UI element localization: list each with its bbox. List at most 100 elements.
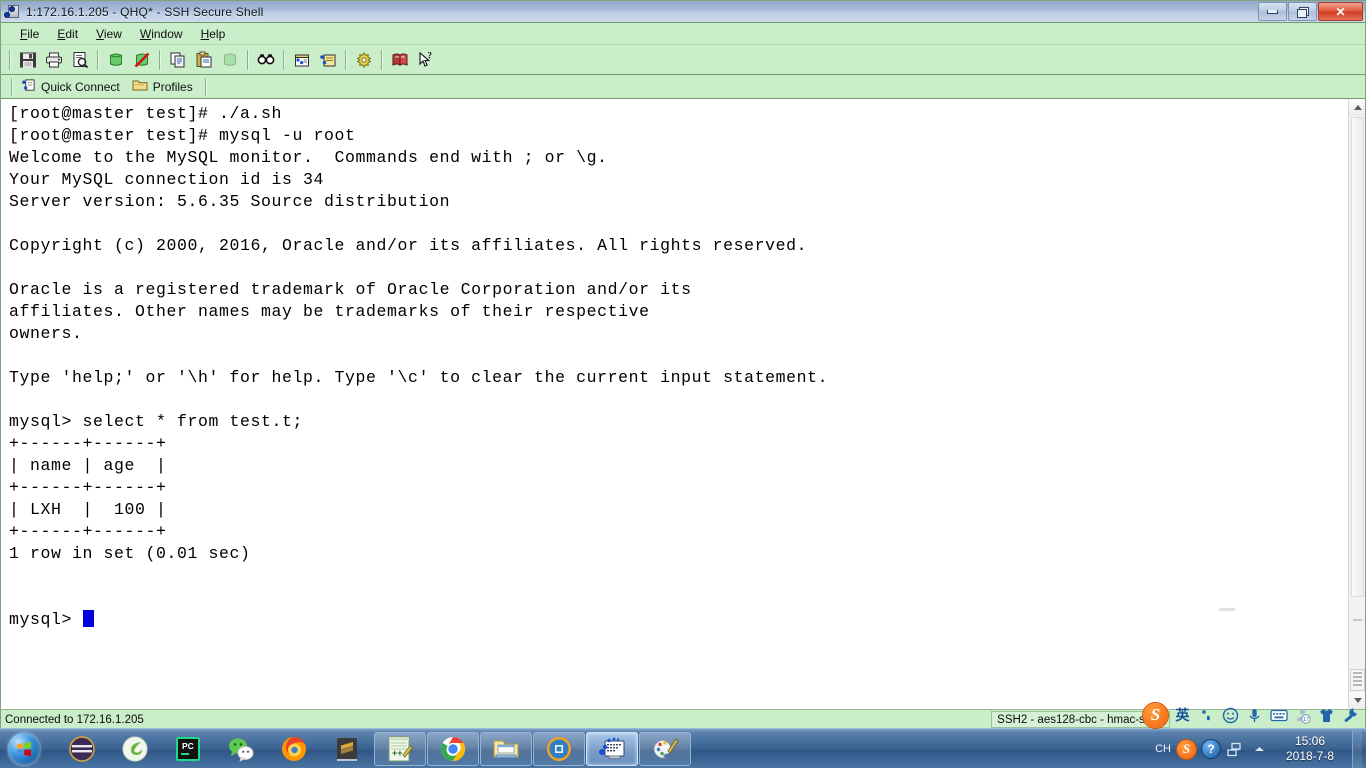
taskbar-buttons: PC ++ bbox=[56, 731, 691, 766]
task-pycharm[interactable]: PC bbox=[162, 732, 214, 766]
task-explorer[interactable] bbox=[480, 731, 532, 766]
task-sublime[interactable] bbox=[321, 732, 373, 766]
terminal-prompt: mysql> bbox=[9, 610, 83, 629]
task-vmware[interactable] bbox=[533, 731, 585, 766]
minimize-button[interactable] bbox=[1258, 2, 1287, 21]
windows-taskbar: PC ++ CH S ? 15:06 2018-7-8 bbox=[0, 728, 1366, 768]
toolbar-separator bbox=[345, 49, 347, 70]
new-terminal-icon[interactable] bbox=[217, 48, 243, 72]
terminal-line: +------+------+ bbox=[9, 478, 167, 497]
sogou-logo-icon[interactable]: S bbox=[1143, 702, 1168, 728]
show-hidden-icons-arrow[interactable] bbox=[1250, 740, 1268, 758]
terminal-line: Copyright (c) 2000, 2016, Oracle and/or … bbox=[9, 236, 808, 255]
menu-view-rest: iew bbox=[103, 26, 122, 41]
qc-separator bbox=[11, 77, 13, 96]
menu-help-rest: elp bbox=[209, 26, 226, 41]
window-controls: ✕ bbox=[1258, 2, 1363, 21]
menu-window-rest: indow bbox=[151, 26, 183, 41]
window-title: 1:172.16.1.205 - QHQ* - SSH Secure Shell bbox=[26, 4, 264, 19]
render-artifact bbox=[1219, 608, 1235, 611]
restore-button[interactable] bbox=[1288, 2, 1317, 21]
vertical-scrollbar[interactable] bbox=[1348, 99, 1365, 709]
task-paint[interactable] bbox=[639, 731, 691, 766]
toolbar-separator bbox=[283, 49, 285, 70]
terminal-output[interactable]: [root@master test]# ./a.sh [root@master t… bbox=[1, 99, 1348, 709]
terminal-line: +------+------+ bbox=[9, 522, 167, 541]
quick-connect-button[interactable]: Quick Connect bbox=[17, 76, 128, 98]
tray-help-icon[interactable]: ? bbox=[1202, 740, 1220, 758]
tray-language-indicator[interactable]: CH bbox=[1155, 743, 1171, 755]
start-button[interactable] bbox=[2, 730, 46, 768]
terminal-line: Welcome to the MySQL monitor. Commands e… bbox=[9, 148, 608, 167]
profiles-button[interactable]: Profiles bbox=[128, 76, 201, 97]
task-firefox[interactable] bbox=[268, 732, 320, 766]
menu-file[interactable]: File bbox=[11, 25, 48, 43]
find-icon[interactable] bbox=[253, 48, 279, 72]
terminal-line: affiliates. Other names may be trademark… bbox=[9, 302, 650, 321]
desktop: 1:172.16.1.205 - QHQ* - SSH Secure Shell… bbox=[0, 0, 1366, 768]
save-icon[interactable] bbox=[15, 48, 41, 72]
terminal-line: owners. bbox=[9, 324, 83, 343]
scrollbar-thumb[interactable] bbox=[1351, 117, 1364, 597]
punctuation-icon[interactable] bbox=[1197, 706, 1216, 725]
settings-wrench-icon[interactable] bbox=[1341, 706, 1360, 725]
copy-icon[interactable] bbox=[165, 48, 191, 72]
menu-view[interactable]: View bbox=[87, 25, 131, 43]
network-icon[interactable] bbox=[1226, 740, 1244, 758]
task-wechat[interactable] bbox=[215, 732, 267, 766]
cipher-status-label: SSH2 - aes128-cbc - hmac-sha1 bbox=[997, 713, 1164, 726]
tray-sogou-icon[interactable]: S bbox=[1177, 739, 1196, 759]
voice-input-icon[interactable] bbox=[1245, 706, 1264, 725]
task-chrome[interactable] bbox=[427, 731, 479, 766]
window-titlebar[interactable]: 1:172.16.1.205 - QHQ* - SSH Secure Shell… bbox=[1, 1, 1365, 23]
help-book-icon[interactable] bbox=[387, 48, 413, 72]
toolbar-separator bbox=[381, 49, 383, 70]
task-eclipse[interactable] bbox=[56, 732, 108, 766]
paste-icon[interactable] bbox=[191, 48, 217, 72]
terminal-line: +------+------+ bbox=[9, 434, 167, 453]
print-preview-icon[interactable] bbox=[67, 48, 93, 72]
connect-icon[interactable] bbox=[103, 48, 129, 72]
skin-icon[interactable] bbox=[1317, 706, 1336, 725]
scroll-up-arrow[interactable] bbox=[1349, 99, 1365, 116]
task-ssh[interactable] bbox=[586, 731, 638, 766]
clock-time: 15:06 bbox=[1294, 734, 1326, 748]
terminal-line: | LXH | 100 | bbox=[9, 500, 167, 519]
soft-keyboard-icon[interactable] bbox=[1269, 706, 1288, 725]
taskbar-clock[interactable]: 15:06 2018-7-8 bbox=[1274, 734, 1346, 764]
settings-icon[interactable] bbox=[351, 48, 377, 72]
upload-dialog-icon[interactable] bbox=[315, 48, 341, 72]
quick-connect-bar: Quick Connect Profiles bbox=[1, 75, 1365, 99]
menu-window[interactable]: Window bbox=[131, 25, 192, 43]
language-mode-icon[interactable]: 英 bbox=[1173, 706, 1192, 725]
emoji-icon[interactable] bbox=[1221, 706, 1240, 725]
terminal-line: [root@master test]# mysql -u root bbox=[9, 126, 356, 145]
terminal-line: | name | age | bbox=[9, 456, 167, 475]
terminal-line: Your MySQL connection id is 34 bbox=[9, 170, 325, 189]
connection-status: Connected to 172.16.1.205 bbox=[5, 713, 144, 726]
disconnect-icon[interactable] bbox=[129, 48, 155, 72]
toolbox-icon[interactable]: 17 bbox=[1293, 706, 1312, 725]
scrollbar-grip bbox=[1353, 619, 1362, 621]
show-desktop-button[interactable] bbox=[1352, 730, 1362, 768]
terminal-line: Oracle is a registered trademark of Orac… bbox=[9, 280, 692, 299]
qc-separator bbox=[204, 77, 207, 96]
close-button[interactable]: ✕ bbox=[1318, 2, 1363, 21]
scrollbar-bottom-box bbox=[1350, 669, 1365, 691]
context-help-icon[interactable]: ? bbox=[413, 48, 439, 72]
task-spring[interactable] bbox=[109, 732, 161, 766]
menu-file-rest: ile bbox=[27, 26, 40, 41]
toolbar-separator bbox=[247, 49, 249, 70]
profiles-label: Profiles bbox=[152, 79, 193, 94]
file-transfer-icon[interactable] bbox=[289, 48, 315, 72]
terminal-prompt-line: mysql> bbox=[9, 609, 1348, 631]
svg-text:17: 17 bbox=[1303, 717, 1309, 723]
task-notepadpp[interactable]: ++ bbox=[374, 731, 426, 766]
menu-help[interactable]: Help bbox=[192, 25, 235, 43]
print-icon[interactable] bbox=[41, 48, 67, 72]
menu-edit[interactable]: Edit bbox=[48, 25, 87, 43]
